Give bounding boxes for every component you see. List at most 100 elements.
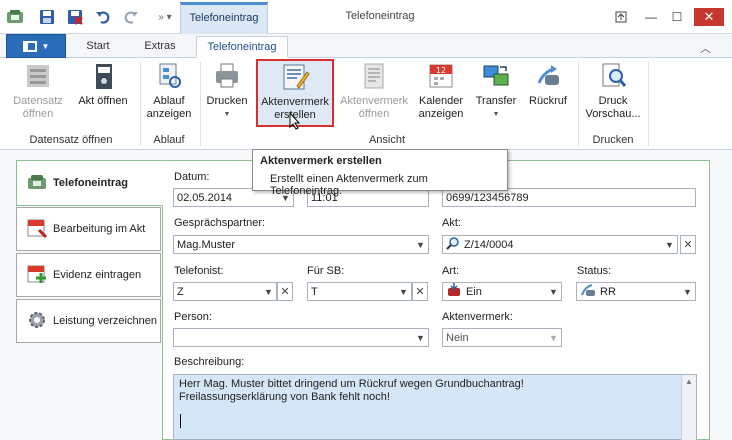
- callback-status-icon: [580, 283, 596, 300]
- tab-telefoneintrag[interactable]: Telefoneintrag: [196, 36, 288, 58]
- records-icon: [22, 60, 54, 92]
- sidebar-item-evidenz[interactable]: Evidenz eintragen: [16, 253, 161, 297]
- drucken-button[interactable]: Drucken ▼: [204, 60, 250, 126]
- art-select[interactable]: Ein ▼: [442, 282, 562, 301]
- rueckruf-label: Rückruf: [529, 95, 567, 107]
- note-icon: [358, 60, 390, 92]
- group-label-datensatz: Datensatz öffnen: [29, 134, 113, 146]
- aktenvermerk-value: Nein: [446, 331, 469, 344]
- save-icon[interactable]: [38, 8, 56, 26]
- calendar-edit-icon: [27, 218, 48, 241]
- sidebar-item-label: Leistung verzeichnen: [53, 315, 157, 327]
- chevron-down-icon[interactable]: ▼: [413, 236, 428, 253]
- binder-icon: [87, 60, 119, 92]
- redo-icon[interactable]: [122, 8, 140, 26]
- aktenvermerk-oeffnen-button[interactable]: Aktenvermerk öffnen: [338, 60, 410, 126]
- group-separator: [648, 62, 649, 146]
- gespraechspartner-value: Mag.Muster: [177, 238, 236, 251]
- help-pin-icon[interactable]: [610, 9, 632, 25]
- chevron-down-icon[interactable]: ▼: [396, 283, 411, 300]
- sidebar-item-leistung[interactable]: Leistung verzeichnen: [16, 299, 161, 343]
- chevron-down-icon: ▼: [492, 111, 500, 118]
- gear-icon: [27, 310, 47, 333]
- chevron-down-icon: ▼: [223, 111, 231, 118]
- maximize-icon[interactable]: ☐: [666, 9, 688, 25]
- akt-select[interactable]: Z/14/0004 ▼: [442, 235, 678, 254]
- print-preview-icon: [597, 60, 629, 92]
- chevron-down-icon[interactable]: ▼: [546, 283, 561, 300]
- telefonist-clear-icon[interactable]: ✕: [277, 282, 293, 301]
- person-select[interactable]: ▼: [173, 328, 429, 347]
- group-separator: [578, 62, 579, 146]
- datum-label: Datum:: [174, 171, 210, 183]
- druck-vorschau-button[interactable]: Druck Vorschau...: [582, 60, 644, 126]
- mouse-cursor-icon: [288, 111, 302, 133]
- group-label-ablauf: Ablauf: [153, 134, 185, 146]
- fuer-sb-value: T: [311, 285, 318, 298]
- context-tab-header: Telefoneintrag: [180, 2, 268, 34]
- art-value: Ein: [466, 285, 482, 298]
- art-label: Art:: [442, 265, 460, 277]
- note-edit-icon: [279, 61, 311, 93]
- transfer-button[interactable]: Transfer ▼: [472, 60, 520, 126]
- file-menu-button[interactable]: ▼: [6, 34, 66, 58]
- telefonist-value: Z: [177, 285, 184, 298]
- tab-start[interactable]: Start: [80, 36, 116, 58]
- sidebar-item-label: Bearbeitung im Akt: [53, 223, 146, 235]
- beschreibung-scrollbar[interactable]: ▲: [681, 375, 696, 440]
- kalender-anzeigen-label: Kalender anzeigen: [418, 95, 464, 120]
- akt-clear-icon[interactable]: ✕: [680, 235, 696, 254]
- telefonist-select[interactable]: Z ▼: [173, 282, 277, 301]
- minimize-icon[interactable]: —: [640, 9, 662, 25]
- aktenvermerk-select[interactable]: Nein ▼: [442, 328, 562, 347]
- close-icon[interactable]: ✕: [694, 8, 724, 26]
- beschreibung-label: Beschreibung:: [174, 356, 245, 368]
- aktenvermerk-oeffnen-label: Aktenvermerk öffnen: [340, 95, 408, 120]
- fuer-sb-select[interactable]: T ▼: [307, 282, 412, 301]
- chevron-down-icon[interactable]: ▼: [261, 283, 276, 300]
- sidebar-item-bearbeitung[interactable]: Bearbeitung im Akt: [16, 207, 161, 251]
- transfer-label: Transfer: [475, 95, 517, 107]
- svg-text:12: 12: [436, 66, 446, 75]
- ablauf-anzeigen-button[interactable]: Ablauf anzeigen: [144, 60, 194, 126]
- transfer-icon: [480, 60, 512, 92]
- beschreibung-textarea[interactable]: Herr Mag. Muster bittet dringend um Rück…: [173, 374, 697, 440]
- ablauf-anzeigen-label: Ablauf anzeigen: [146, 95, 192, 120]
- text-caret: [180, 414, 181, 428]
- gespraechspartner-select[interactable]: Mag.Muster ▼: [173, 235, 429, 254]
- rueckruf-button[interactable]: Rückruf: [524, 60, 572, 126]
- search-icon: [446, 236, 460, 253]
- akt-oeffnen-button[interactable]: Akt öffnen: [74, 60, 132, 126]
- collapse-ribbon-icon[interactable]: ︿: [700, 40, 711, 56]
- status-select[interactable]: RR ▼: [576, 282, 696, 301]
- incoming-call-icon: [446, 283, 462, 300]
- akt-value: Z/14/0004: [464, 238, 514, 251]
- quick-access-more-icon[interactable]: » ▾: [150, 8, 180, 26]
- datensatz-oeffnen-button[interactable]: Datensatz öffnen: [10, 60, 66, 126]
- kalender-anzeigen-button[interactable]: 12 Kalender anzeigen: [414, 60, 468, 126]
- fuer-sb-clear-icon[interactable]: ✕: [412, 282, 428, 301]
- scroll-up-icon[interactable]: ▲: [682, 377, 696, 386]
- chevron-down-icon[interactable]: ▼: [662, 236, 677, 253]
- window-title: Telefoneintrag: [345, 10, 415, 22]
- aktenvermerk-label: Aktenvermerk:: [442, 311, 513, 323]
- sidebar-item-telefoneintrag[interactable]: Telefoneintrag: [16, 160, 163, 206]
- group-separator: [140, 62, 141, 146]
- printer-icon: [211, 60, 243, 92]
- datensatz-oeffnen-label: Datensatz öffnen: [13, 95, 63, 120]
- druck-vorschau-label: Druck Vorschau...: [585, 95, 641, 120]
- chevron-down-icon[interactable]: ▼: [413, 329, 428, 346]
- tab-extras[interactable]: Extras: [140, 36, 180, 58]
- person-label: Person:: [174, 311, 212, 323]
- chevron-down-icon: ▼: [41, 41, 50, 51]
- undo-icon[interactable]: [94, 8, 112, 26]
- chevron-down-icon[interactable]: ▼: [680, 283, 695, 300]
- save-close-icon[interactable]: [66, 8, 84, 26]
- status-label: Status:: [577, 265, 612, 277]
- telefonist-label: Telefonist:: [174, 265, 224, 277]
- menu-icon: [22, 40, 37, 52]
- flowchart-icon: [153, 60, 185, 92]
- chevron-down-icon[interactable]: ▼: [546, 329, 561, 346]
- phone-icon: [27, 173, 47, 194]
- status-value: RR: [600, 285, 616, 298]
